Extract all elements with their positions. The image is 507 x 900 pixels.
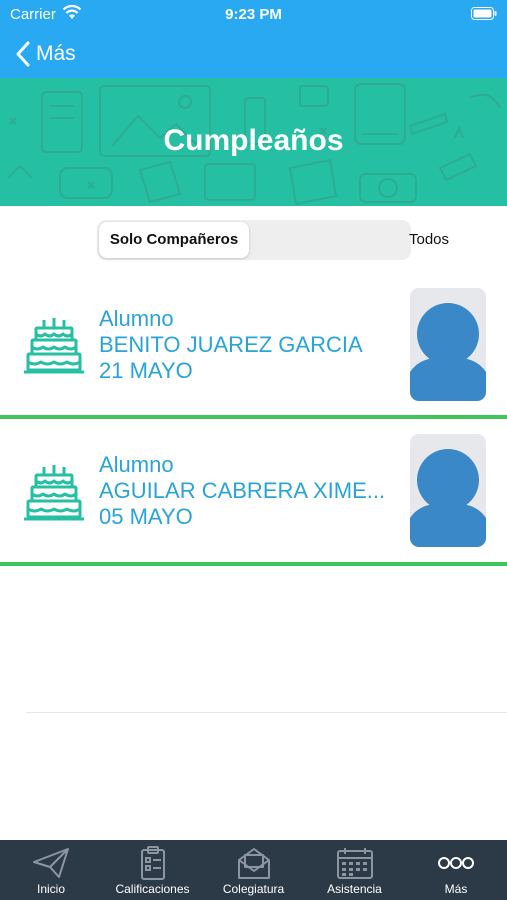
page-title: Cumpleaños [163,124,344,157]
birthday-cake-icon [24,465,84,521]
birthday-date: 05 MAYO [99,504,193,529]
chevron-left-icon [16,41,30,67]
user-placeholder-icon [410,449,486,547]
user-placeholder-icon [410,303,486,401]
tab-inicio[interactable]: Inicio [0,840,102,900]
row-separator [0,562,507,566]
student-role: Alumno [99,452,174,477]
segment-solo-companeros[interactable]: Solo Compañeros [99,222,249,258]
list-item[interactable]: Alumno BENITO JUAREZ GARCIA 21 MAYO [0,288,507,419]
row-separator [0,415,507,419]
back-label: Más [36,42,76,65]
student-name: AGUILAR CABRERA XIME... [99,478,386,503]
avatar [410,434,486,547]
student-info: Alumno AGUILAR CABRERA XIME... 05 MAYO [99,452,389,530]
clock: 9:23 PM [225,6,282,23]
student-name: BENITO JUAREZ GARCIA [99,332,363,357]
tab-label: Inicio [36,882,65,896]
avatar [410,288,486,401]
segment-todos[interactable]: Todos [351,222,507,258]
student-role: Alumno [99,306,174,331]
birthday-cake-icon [24,318,84,374]
envelope-icon [237,848,270,879]
back-button[interactable]: Más [14,38,76,70]
tab-asistencia[interactable]: Asistencia [304,840,405,900]
birthday-date: 21 MAYO [99,358,193,383]
more-dots-icon [438,857,474,869]
battery-icon [471,7,497,20]
tab-label: Calificaciones [115,882,190,896]
student-info: Alumno BENITO JUAREZ GARCIA 21 MAYO [99,306,399,384]
navigation-bar: Más [0,30,507,78]
paper-plane-icon [33,848,69,878]
calendar-icon [336,848,373,879]
tab-calificaciones[interactable]: Calificaciones [102,840,203,900]
list-footer-divider [26,712,507,713]
tab-label: Asistencia [327,882,382,896]
birthday-banner: Cumpleaños [0,78,507,206]
clipboard-list-icon [140,846,165,880]
tab-mas[interactable]: Más [405,840,507,900]
status-bar: Carrier 9:23 PM [0,0,507,30]
tab-label: Más [444,882,468,896]
tab-colegiatura[interactable]: Colegiatura [203,840,304,900]
segmented-control: Solo Compañeros Todos [97,220,449,260]
tab-bar: Inicio Calificaciones Colegiatura Asiste… [0,840,507,900]
tab-label: Colegiatura [222,882,285,896]
list-item[interactable]: Alumno AGUILAR CABRERA XIME... 05 MAYO [0,434,507,566]
